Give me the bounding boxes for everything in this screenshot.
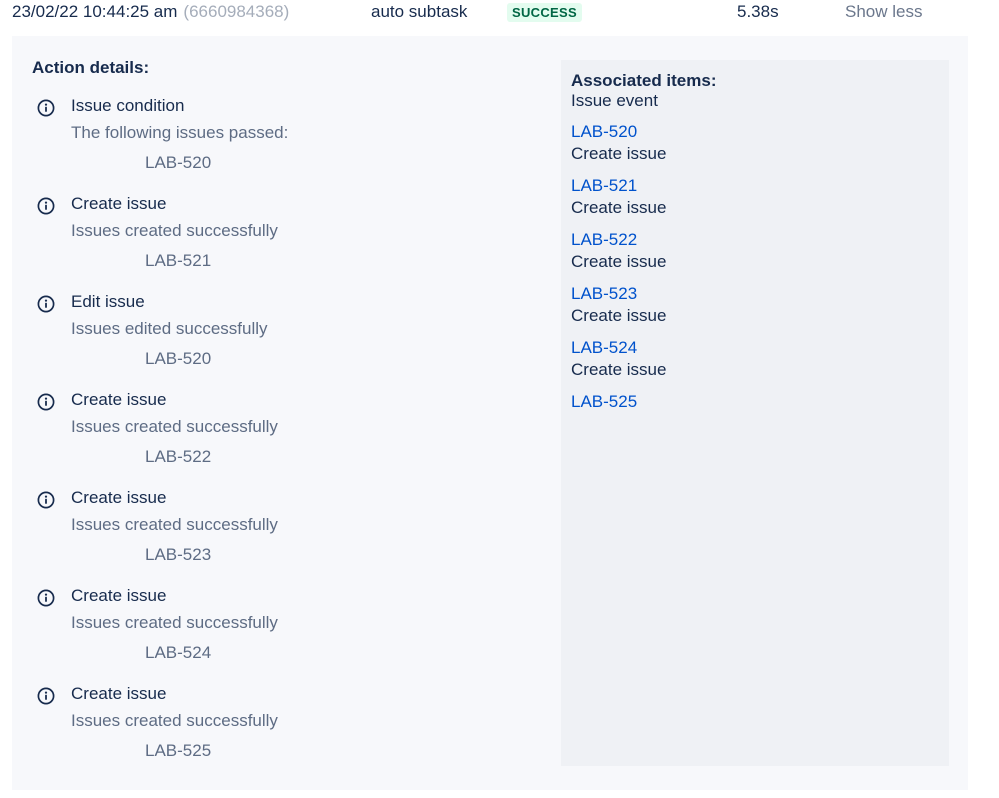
associated-items-section: Associated items: Issue event LAB-520 Cr… [561,60,949,766]
action-issue-key: LAB-525 [145,741,212,760]
info-circle-icon [37,589,55,607]
action-entry: Create issue Issues created successfully… [32,586,552,684]
info-circle-icon [37,99,55,117]
associated-item-label: Create issue [571,198,667,217]
action-entry: Create issue Issues created successfully… [32,488,552,586]
action-entry: Create issue Issues created successfully… [32,684,552,782]
issue-link[interactable]: LAB-522 [571,229,941,251]
action-issue-key: LAB-520 [145,153,212,172]
action-name: Create issue [71,390,167,409]
issue-link[interactable]: LAB-524 [571,337,941,359]
issue-link[interactable]: LAB-521 [571,175,941,197]
action-entry: Create issue Issues created successfully… [32,390,552,488]
timestamp-text: 23/02/22 10:44:25 am [12,2,178,21]
info-circle-icon [37,393,55,411]
status-badge: SUCCESS [507,3,582,22]
execution-details-panel: Action details: Issue condition The foll… [12,36,968,790]
action-details-section: Action details: Issue condition The foll… [32,58,552,782]
info-circle-icon [37,197,55,215]
action-name: Create issue [71,194,167,213]
associated-item-label: Create issue [571,306,667,325]
action-entry: Issue condition The following issues pas… [32,96,552,194]
issue-link[interactable]: LAB-523 [571,283,941,305]
associated-item: LAB-525 [571,391,941,413]
action-message: Issues created successfully [71,515,278,534]
associated-item: LAB-524 Create issue [571,337,941,381]
info-circle-icon [37,491,55,509]
action-name: Create issue [71,586,167,605]
associated-items-list: LAB-520 Create issue LAB-521 Create issu… [571,121,941,413]
rule-name: auto subtask [371,2,468,21]
associated-item-label: Create issue [571,360,667,379]
action-message: Issues created successfully [71,221,278,240]
action-issue-key: LAB-524 [145,643,212,662]
action-issue-key: LAB-520 [145,349,212,368]
associated-item: LAB-520 Create issue [571,121,941,165]
associated-item: LAB-522 Create issue [571,229,941,273]
info-circle-icon [37,687,55,705]
action-name: Issue condition [71,96,185,115]
associated-item-label: Create issue [571,252,667,271]
action-message: Issues created successfully [71,417,278,436]
action-name: Create issue [71,488,167,507]
action-issue-key: LAB-521 [145,251,212,270]
action-message: Issues created successfully [71,613,278,632]
action-entry: Create issue Issues created successfully… [32,194,552,292]
action-list: Issue condition The following issues pas… [32,96,552,782]
issue-link[interactable]: LAB-525 [571,391,941,413]
associated-item-label: Create issue [571,144,667,163]
action-message: Issues created successfully [71,711,278,730]
associated-items-title: Associated items: [571,71,717,90]
action-message: Issues edited successfully [71,319,268,338]
action-issue-key: LAB-522 [145,447,212,466]
action-name: Create issue [71,684,167,703]
show-less-button[interactable]: Show less [845,2,922,22]
execution-timestamp: 23/02/22 10:44:25 am (6660984368) [12,2,289,22]
associated-item: LAB-523 Create issue [571,283,941,327]
audit-log-row: 23/02/22 10:44:25 am (6660984368) auto su… [0,0,999,26]
action-message: The following issues passed: [71,123,289,142]
execution-id: (6660984368) [183,2,290,21]
duration: 5.38s [737,2,779,21]
associated-item: LAB-521 Create issue [571,175,941,219]
issue-link[interactable]: LAB-520 [571,121,941,143]
action-entry: Edit issue Issues edited successfully LA… [32,292,552,390]
action-name: Edit issue [71,292,145,311]
info-circle-icon [37,295,55,313]
action-issue-key: LAB-523 [145,545,212,564]
associated-items-subtitle: Issue event [571,91,658,110]
action-details-title: Action details: [32,58,150,77]
